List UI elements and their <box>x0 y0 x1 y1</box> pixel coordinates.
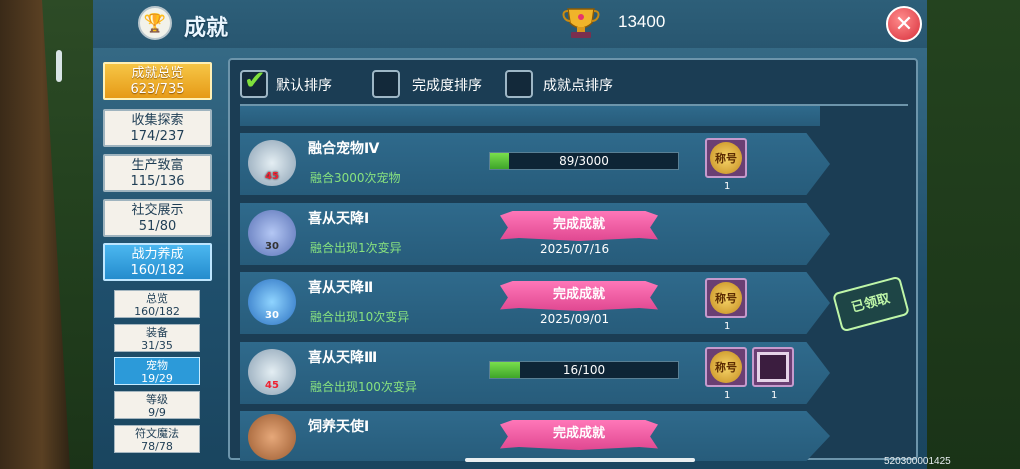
sort-completion-label: 完成度排序 <box>412 78 482 94</box>
subtab-count: 78/78 <box>141 440 173 453</box>
sidebar-item-label: 战力养成 <box>131 247 184 262</box>
subtab-label: 装备 <box>146 326 168 339</box>
reward-qty: 1 <box>724 321 731 332</box>
achievement-name: 喜从天降Ⅱ <box>308 280 374 296</box>
medal-level: 30 <box>265 240 279 252</box>
sort-completion-checkbox[interactable] <box>372 70 400 98</box>
home-indicator <box>465 458 695 462</box>
subtab-label: 总览 <box>146 292 168 305</box>
completed-ribbon: 完成成就 <box>500 211 658 241</box>
sidebar-item-label: 生产致富 <box>131 158 184 173</box>
completed-date: 2025/07/16 <box>540 242 610 256</box>
medal-level: 30 <box>265 309 279 321</box>
achievement-medal-icon: 30 <box>248 279 296 325</box>
sidebar-item-count: 174/237 <box>130 129 185 144</box>
achievement-medal-icon <box>248 414 296 460</box>
gold-cup-icon <box>562 8 600 38</box>
reward-title-item[interactable]: 称号 <box>705 138 747 178</box>
close-button[interactable]: ✕ <box>886 6 922 42</box>
title-badge-icon: 称号 <box>710 282 742 314</box>
title-badge-icon: 称号 <box>710 142 742 174</box>
subtab-pets[interactable]: 宠物 19/29 <box>114 357 200 385</box>
subtab-label: 等级 <box>146 393 168 406</box>
list-item-clipped <box>240 106 820 126</box>
medal-level: 45 <box>265 379 279 391</box>
subtab-rune-magic[interactable]: 符文魔法 78/78 <box>114 425 200 453</box>
completed-date: 2025/09/01 <box>540 312 610 326</box>
sidebar-item-social[interactable]: 社交展示 51/80 <box>103 199 212 237</box>
sidebar-item-count: 623/735 <box>130 82 185 97</box>
achievement-desc: 融合出现100次变异 <box>310 380 417 394</box>
achievement-name: 饲养天使Ⅰ <box>308 419 370 435</box>
sort-default-checkbox[interactable] <box>240 66 268 98</box>
progress-text: 16/100 <box>562 363 606 377</box>
achievement-progress-bar: 89/3000 <box>489 152 679 170</box>
achievement-score: 13400 <box>618 12 666 31</box>
progress-text: 89/3000 <box>559 154 609 168</box>
title-badge-icon: 称号 <box>710 351 742 383</box>
reward-qty: 1 <box>771 390 778 401</box>
subtab-count: 9/9 <box>148 406 166 419</box>
subtab-equipment[interactable]: 装备 31/35 <box>114 324 200 352</box>
medal-level: 45 <box>265 170 279 182</box>
sort-divider <box>240 104 908 106</box>
user-id: 520300001425 <box>884 456 951 467</box>
subtab-count: 19/29 <box>141 372 173 385</box>
reward-title-item[interactable]: 称号 <box>705 347 747 387</box>
sidebar-item-explore[interactable]: 收集探索 174/237 <box>103 109 212 147</box>
background-forest-right <box>920 0 1020 469</box>
sort-default-label: 默认排序 <box>276 78 332 94</box>
reward-qty: 1 <box>724 181 731 192</box>
close-icon: ✕ <box>894 11 914 37</box>
completed-ribbon: 完成成就 <box>500 420 658 450</box>
reward-frame-item[interactable] <box>752 347 794 387</box>
avatar-frame-icon <box>757 352 789 382</box>
sort-points-label: 成就点排序 <box>543 78 613 94</box>
sidebar-item-overview[interactable]: 成就总览 623/735 <box>103 62 212 100</box>
sidebar-item-label: 社交展示 <box>131 203 184 218</box>
reward-qty: 1 <box>724 390 731 401</box>
completed-ribbon: 完成成就 <box>500 281 658 311</box>
page-title: 成就 <box>184 16 229 41</box>
achievement-medal-icon: 45 <box>248 140 296 186</box>
subtab-count: 160/182 <box>134 305 180 318</box>
achievement-name: 喜从天降Ⅰ <box>308 211 370 227</box>
sidebar-item-count: 51/80 <box>138 219 177 234</box>
sidebar-item-power[interactable]: 战力养成 160/182 <box>103 243 212 281</box>
achievement-name: 喜从天降Ⅲ <box>308 350 378 366</box>
achievement-medal-icon: 45 <box>248 349 296 395</box>
achievement-name: 融合宠物Ⅳ <box>308 141 380 157</box>
trophy-icon: 🏆 <box>138 6 172 40</box>
sidebar-item-label: 收集探索 <box>131 113 184 128</box>
achievement-progress-bar: 16/100 <box>489 361 679 379</box>
sidebar-item-label: 成就总览 <box>131 66 184 81</box>
subtab-count: 31/35 <box>141 339 173 352</box>
achievement-medal-icon: 30 <box>248 210 296 256</box>
achievement-desc: 融合3000次宠物 <box>310 171 401 185</box>
subtab-label: 宠物 <box>146 359 168 372</box>
subtab-label: 符文魔法 <box>135 427 179 440</box>
subtab-level[interactable]: 等级 9/9 <box>114 391 200 419</box>
side-handle[interactable] <box>56 50 62 82</box>
sidebar-item-count: 160/182 <box>130 263 185 278</box>
achievement-desc: 融合出现10次变异 <box>310 310 410 324</box>
sidebar-item-count: 115/136 <box>130 174 185 189</box>
reward-title-item[interactable]: 称号 <box>705 278 747 318</box>
sidebar-item-production[interactable]: 生产致富 115/136 <box>103 154 212 192</box>
sort-points-checkbox[interactable] <box>505 70 533 98</box>
achievement-desc: 融合出现1次变异 <box>310 241 402 255</box>
subtab-overview[interactable]: 总览 160/182 <box>114 290 200 318</box>
